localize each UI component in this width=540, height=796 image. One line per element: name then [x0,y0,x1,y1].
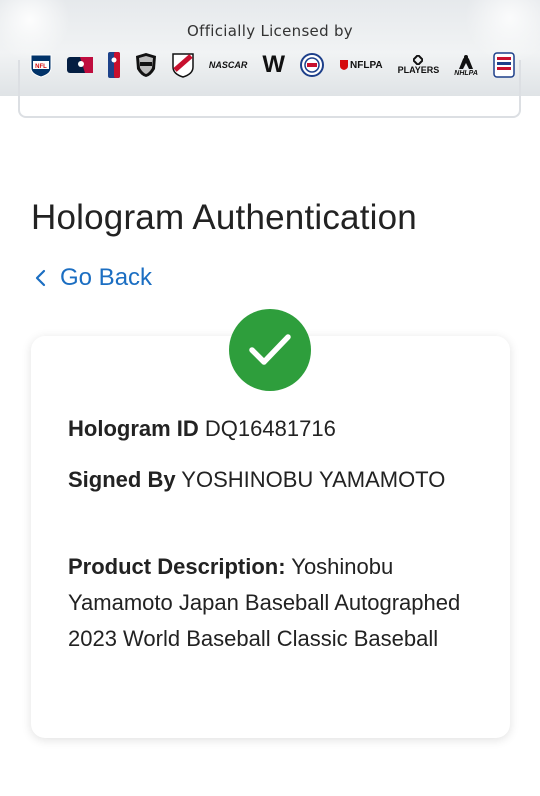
hall-of-fame-logo-icon [493,51,515,79]
go-back-link[interactable]: Go Back [34,264,152,292]
mls-logo-icon [172,51,194,79]
go-back-label: Go Back [60,264,153,291]
nhlpa-logo-icon: NHLPA [454,51,478,79]
nfl-logo-icon: NFL [30,51,52,79]
hologram-id-row: Hologram ID DQ16481716 [68,411,468,447]
nba-logo-icon [107,51,120,79]
nascar-logo-icon: NASCAR [208,60,248,70]
svg-text:NFL: NFL [35,64,47,70]
signed-by-label: Signed By [68,467,176,492]
mlb-logo-icon [66,51,93,79]
wwe-logo-icon: W [262,51,286,78]
chevron-left-icon [34,269,46,287]
hologram-id-value: DQ16481716 [204,416,336,441]
licensing-banner: Officially Licensed by NFL NASCAR W NFLP… [0,0,540,96]
players-logo-icon: PLAYERS [398,51,439,79]
nhl-logo-icon [135,51,157,79]
page-title: Hologram Authentication [31,198,417,237]
signed-by-value: YOSHINOBU YAMAMOTO [181,467,446,492]
product-description-row: Product Description: Yoshinobu Yamamoto … [68,549,468,657]
signed-by-row: Signed By YOSHINOBU YAMAMOTO [68,462,468,498]
check-icon [249,334,291,365]
product-description-label: Product Description: [68,554,286,579]
usa-baseball-logo-icon [300,51,325,79]
nflpa-logo-icon: NFLPA [339,51,383,79]
league-logo-row: NFL NASCAR W NFLPA PLAYERS NHLPA [30,50,515,80]
authentication-result-card [31,336,510,738]
hologram-id-label: Hologram ID [68,416,199,441]
banner-title: Officially Licensed by [187,22,353,40]
verified-badge [229,309,311,391]
